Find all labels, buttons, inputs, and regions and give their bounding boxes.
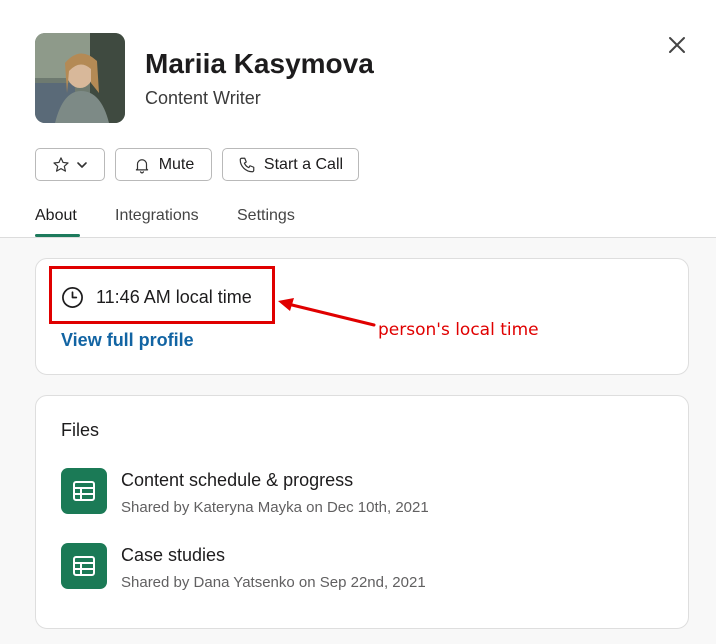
spreadsheet-icon <box>61 543 107 589</box>
start-call-label: Start a Call <box>263 155 344 173</box>
annotation-label: person's local time <box>378 320 539 340</box>
spreadsheet-icon <box>61 468 107 514</box>
profile-role: Content Writer <box>145 88 261 108</box>
close-button[interactable] <box>663 31 691 59</box>
mute-button[interactable]: Mute <box>115 148 212 181</box>
file-shared-by: Shared by Kateryna Mayka on Dec 10th, 20… <box>121 499 429 516</box>
chevron-down-icon <box>77 161 87 168</box>
profile-name: Mariia Kasymova <box>145 48 374 79</box>
file-title: Case studies <box>121 545 226 565</box>
avatar <box>35 33 125 123</box>
file-shared-by: Shared by Dana Yatsenko on Sep 22nd, 202… <box>121 574 426 591</box>
file-title: Content schedule & progress <box>121 470 354 490</box>
active-tab-indicator <box>35 234 80 237</box>
annotation-highlight-box <box>49 266 275 324</box>
tab-integrations[interactable]: Integrations <box>115 206 199 226</box>
close-icon <box>669 37 685 53</box>
profile-header: Mariia Kasymova Content Writer Mute Star… <box>0 0 716 238</box>
start-call-button[interactable]: Start a Call <box>222 148 359 181</box>
files-heading: Files <box>61 420 100 440</box>
annotation-arrow <box>278 298 376 327</box>
view-full-profile-link[interactable]: View full profile <box>61 330 194 351</box>
tab-settings[interactable]: Settings <box>237 206 295 226</box>
phone-icon <box>239 157 255 172</box>
avatar-photo <box>35 33 125 123</box>
star-dropdown-button[interactable] <box>35 148 105 181</box>
bell-icon <box>135 158 148 173</box>
tab-about[interactable]: About <box>35 206 77 226</box>
mute-label: Mute <box>158 155 195 173</box>
star-icon <box>53 156 69 172</box>
